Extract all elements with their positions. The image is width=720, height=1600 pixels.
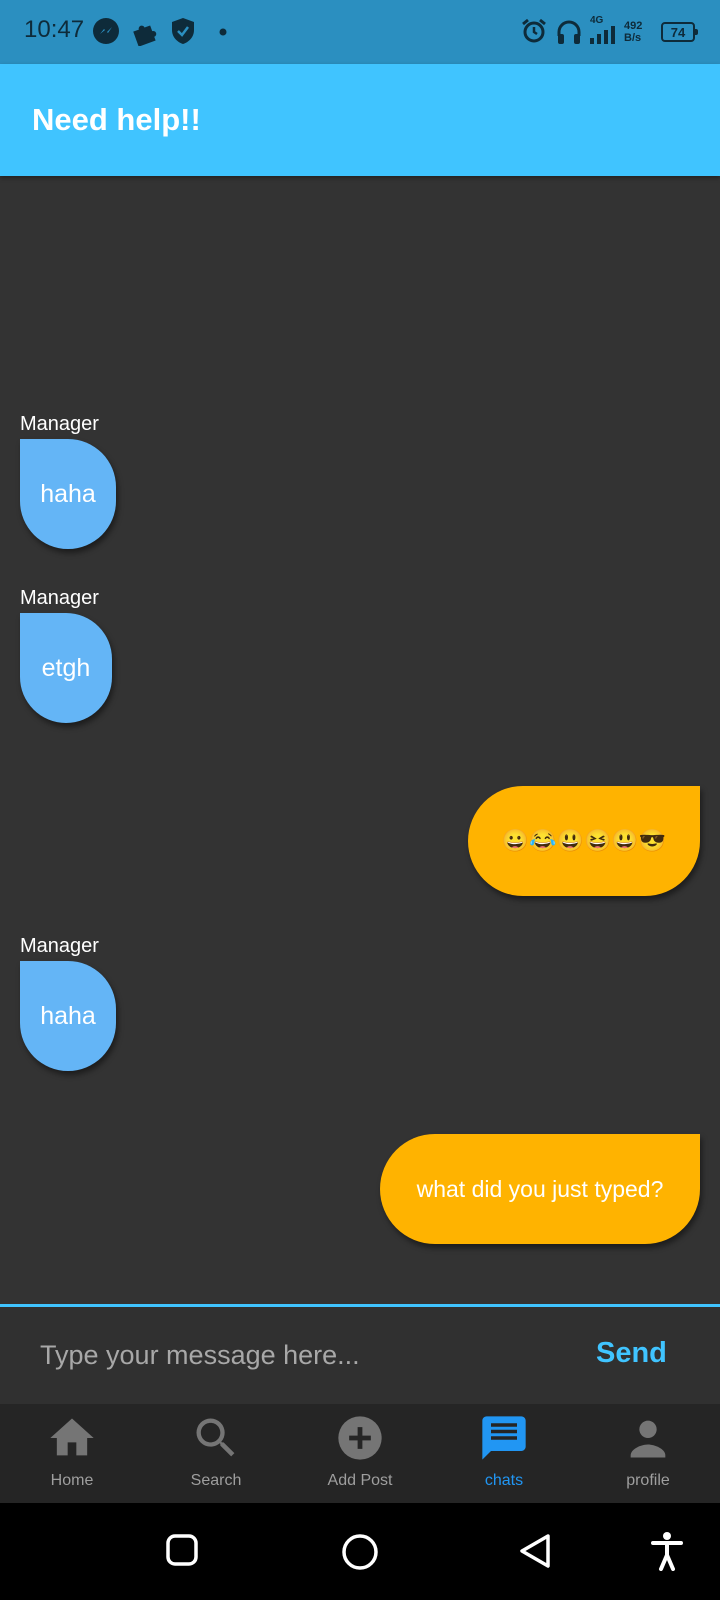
message-list[interactable]: Manager haha Manager etgh 😀😂😃😆😃😎 Manager… (0, 176, 720, 1304)
person-icon (630, 1420, 666, 1458)
received-message-bubble[interactable]: haha (20, 961, 116, 1071)
page-title: Need help!! (32, 102, 201, 137)
nav-item-chats[interactable]: chats (432, 1404, 576, 1503)
sent-message-bubble[interactable]: what did you just typed? (380, 1134, 700, 1244)
battery-level: 74 (670, 24, 686, 40)
received-message-bubble[interactable]: haha (20, 439, 116, 549)
messenger-icon (93, 18, 119, 44)
message-text: etgh (41, 653, 91, 682)
recents-button[interactable] (165, 1533, 199, 1567)
battery-icon: 74 (661, 22, 698, 42)
message-composer: Send (0, 1307, 720, 1404)
nav-item-home[interactable]: Home (0, 1404, 144, 1503)
signal-icon (590, 26, 615, 44)
home-button[interactable] (341, 1533, 379, 1571)
sent-message-bubble[interactable]: 😀😂😃😆😃😎 (468, 786, 700, 896)
message-text: 😀😂😃😆😃😎 (501, 828, 667, 853)
home-icon (50, 1418, 94, 1456)
nav-label: Home (50, 1472, 94, 1489)
headphones-icon (557, 20, 581, 44)
back-button[interactable] (518, 1533, 552, 1569)
chat-icon (482, 1416, 526, 1460)
nav-item-profile[interactable]: profile (576, 1404, 720, 1503)
system-nav-bar (0, 1503, 720, 1600)
nav-item-search[interactable]: Search (144, 1404, 288, 1503)
send-button[interactable]: Send (596, 1337, 667, 1370)
nav-label: Search (190, 1472, 242, 1489)
received-message-bubble[interactable]: etgh (20, 613, 112, 723)
puzzle-icon (133, 25, 157, 46)
status-time: 10:47 (24, 16, 85, 43)
status-bar: 10:47 4G 492 B/s 74 (0, 0, 720, 64)
net-speed-value: 492 (624, 20, 643, 32)
message-sender: Manager (20, 413, 99, 435)
accessibility-button[interactable] (650, 1531, 684, 1571)
search-icon (196, 1418, 235, 1457)
alarm-icon (522, 18, 546, 43)
bottom-nav: Home Search Add Post chats profile (0, 1404, 720, 1503)
add-circle-icon (338, 1416, 382, 1460)
message-input[interactable] (40, 1331, 560, 1379)
nav-label: profile (626, 1472, 670, 1489)
nav-item-add-post[interactable]: Add Post (288, 1404, 432, 1503)
nav-label: chats (484, 1472, 524, 1489)
nav-label: Add Post (327, 1472, 393, 1489)
message-text: haha (40, 1001, 96, 1030)
shield-icon (172, 18, 194, 44)
app-bar: Need help!! (0, 64, 720, 176)
message-text: what did you just typed? (416, 1175, 664, 1202)
notification-dot-icon (219, 28, 227, 36)
message-sender: Manager (20, 935, 99, 957)
net-speed-unit: B/s (624, 32, 642, 44)
message-sender: Manager (20, 587, 99, 609)
message-text: haha (40, 479, 96, 508)
